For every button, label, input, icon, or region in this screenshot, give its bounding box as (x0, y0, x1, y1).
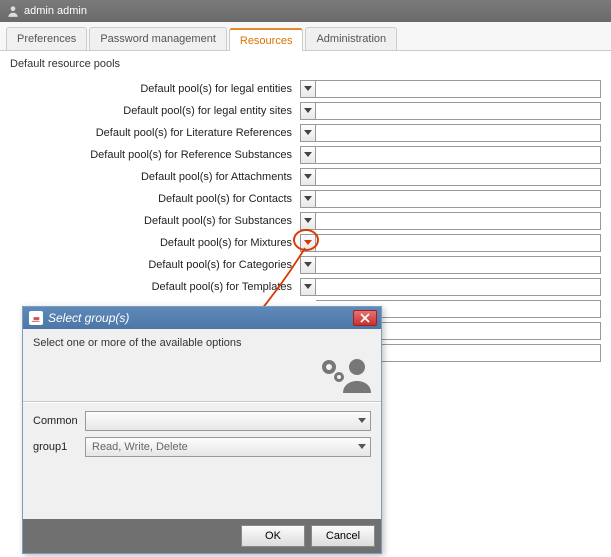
dialog-hero-icon (33, 355, 371, 393)
pool-label: Default pool(s) for Substances (10, 215, 300, 227)
chevron-down-icon (304, 86, 312, 92)
pool-dropdown-categories[interactable] (300, 256, 316, 274)
pool-row-legal-entity-sites: Default pool(s) for legal entity sites (10, 101, 601, 121)
dialog-body: Select one or more of the available opti… (23, 329, 381, 519)
chevron-down-icon (304, 174, 312, 180)
pool-field[interactable] (316, 190, 601, 208)
pool-label: Default pool(s) for Contacts (10, 193, 300, 205)
pool-label: Default pool(s) for legal entity sites (10, 105, 300, 117)
pool-label: Default pool(s) for Templates (10, 281, 300, 293)
dialog-close-button[interactable] (353, 310, 377, 326)
tab-password-management[interactable]: Password management (89, 27, 227, 50)
pool-label: Default pool(s) for Categories (10, 259, 300, 271)
group1-select-value: Read, Write, Delete (92, 441, 188, 453)
pool-field[interactable] (316, 212, 601, 230)
pool-field[interactable] (316, 234, 601, 252)
pool-row-mixtures: Default pool(s) for Mixtures (10, 233, 601, 253)
user-icon (6, 4, 20, 18)
pool-dropdown-contacts[interactable] (300, 190, 316, 208)
tab-preferences[interactable]: Preferences (6, 27, 87, 50)
pool-dropdown-literature-references[interactable] (300, 124, 316, 142)
user-bar: admin admin (0, 0, 611, 22)
dialog-titlebar[interactable]: Select group(s) (23, 307, 381, 329)
dialog-title: Select group(s) (48, 311, 129, 325)
chevron-down-icon (304, 108, 312, 114)
chevron-down-icon (304, 130, 312, 136)
pool-label: Default pool(s) for Literature Reference… (10, 127, 300, 139)
pool-dropdown-mixtures[interactable] (300, 234, 316, 252)
dialog-row-group1: group1 Read, Write, Delete (33, 437, 371, 457)
dialog-button-bar: OK Cancel (23, 519, 381, 553)
pool-label: Default pool(s) for Reference Substances (10, 149, 300, 161)
tab-bar: Preferences Password management Resource… (0, 22, 611, 51)
section-title: Default resource pools (0, 51, 611, 77)
dialog-row-label: group1 (33, 441, 85, 453)
chevron-down-icon (304, 218, 312, 224)
pool-dropdown-attachments[interactable] (300, 168, 316, 186)
group1-select[interactable]: Read, Write, Delete (85, 437, 371, 457)
pool-row-substances: Default pool(s) for Substances (10, 211, 601, 231)
cancel-button[interactable]: Cancel (311, 525, 375, 547)
chevron-down-icon (304, 152, 312, 158)
pool-dropdown-legal-entities[interactable] (300, 80, 316, 98)
pool-row-legal-entities: Default pool(s) for legal entities (10, 79, 601, 99)
pool-row-literature-references: Default pool(s) for Literature Reference… (10, 123, 601, 143)
user-label: admin admin (24, 5, 87, 17)
pool-label: Default pool(s) for Mixtures (10, 237, 300, 249)
pool-label: Default pool(s) for legal entities (10, 83, 300, 95)
pool-dropdown-legal-entity-sites[interactable] (300, 102, 316, 120)
chevron-down-icon (358, 415, 366, 427)
pool-row-attachments: Default pool(s) for Attachments (10, 167, 601, 187)
chevron-down-icon (304, 196, 312, 202)
close-icon (360, 313, 370, 323)
java-icon (29, 311, 43, 325)
select-groups-dialog: Select group(s) Select one or more of th… (22, 306, 382, 554)
dialog-separator (23, 401, 381, 403)
pool-dropdown-substances[interactable] (300, 212, 316, 230)
pool-label: Default pool(s) for Attachments (10, 171, 300, 183)
pool-field[interactable] (316, 80, 601, 98)
pool-field[interactable] (316, 146, 601, 164)
pool-dropdown-templates[interactable] (300, 278, 316, 296)
pool-row-contacts: Default pool(s) for Contacts (10, 189, 601, 209)
ok-button[interactable]: OK (241, 525, 305, 547)
dialog-row-label: Common (33, 415, 85, 427)
dialog-row-common: Common (33, 411, 371, 431)
chevron-down-icon (358, 441, 366, 453)
tab-resources[interactable]: Resources (229, 28, 304, 51)
pool-row-templates: Default pool(s) for Templates (10, 277, 601, 297)
chevron-down-icon (304, 284, 312, 290)
pool-field[interactable] (316, 168, 601, 186)
dialog-hint: Select one or more of the available opti… (33, 337, 371, 349)
pool-field[interactable] (316, 124, 601, 142)
pool-field[interactable] (316, 256, 601, 274)
common-select[interactable] (85, 411, 371, 431)
pool-row-categories: Default pool(s) for Categories (10, 255, 601, 275)
tab-administration[interactable]: Administration (305, 27, 397, 50)
pool-dropdown-reference-substances[interactable] (300, 146, 316, 164)
pool-row-reference-substances: Default pool(s) for Reference Substances (10, 145, 601, 165)
chevron-down-icon (304, 262, 312, 268)
chevron-down-icon (304, 240, 312, 246)
pool-field[interactable] (316, 278, 601, 296)
pool-field[interactable] (316, 102, 601, 120)
